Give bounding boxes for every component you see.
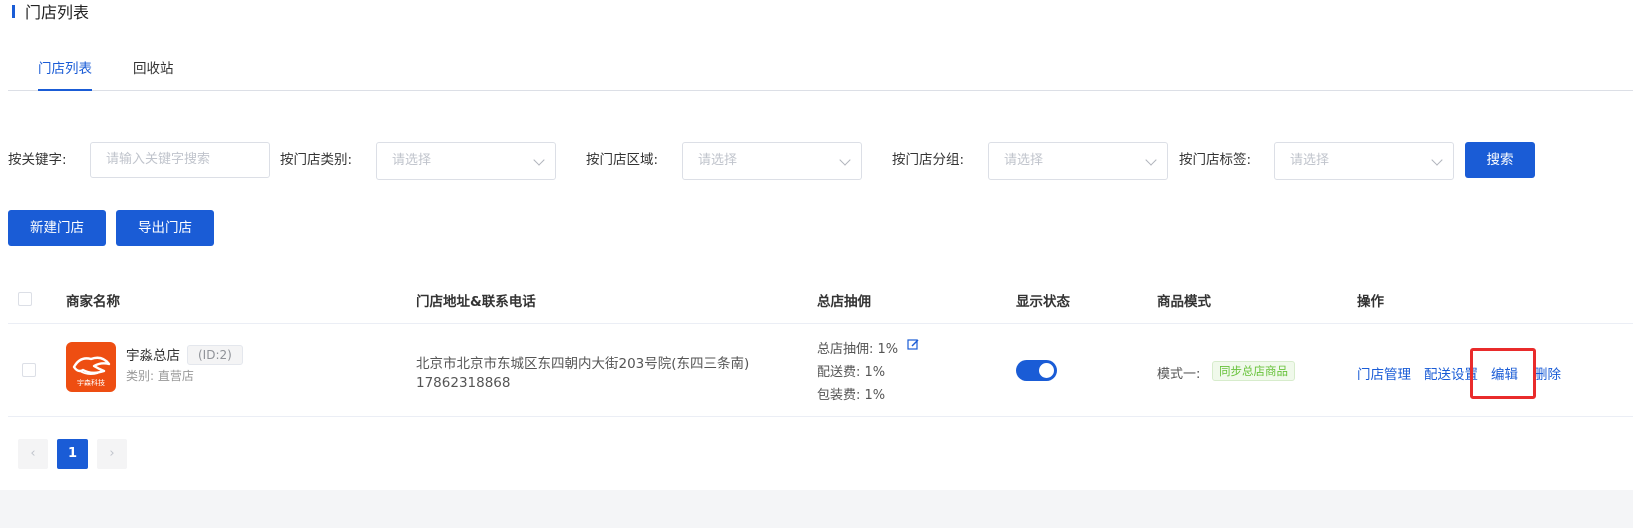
edit-icon[interactable]	[907, 338, 920, 351]
page-title-text: 门店列表	[25, 3, 90, 22]
logo-caption: 宇森科技	[77, 378, 105, 387]
main-panel: 门店列表 门店列表 回收站 按关键字: 请输入关键字搜索 按门店类别: 请选择 …	[0, 0, 1633, 490]
group-select[interactable]: 请选择	[988, 142, 1168, 180]
region-select-placeholder: 请选择	[698, 153, 738, 168]
tag-select-placeholder: 请选择	[1290, 153, 1330, 168]
row-divider	[8, 416, 1633, 417]
prev-page-button[interactable]: ‹	[18, 439, 48, 469]
header-product-mode: 商品模式	[1157, 294, 1211, 310]
chevron-down-icon	[533, 154, 545, 166]
tab-recycle-bin[interactable]: 回收站	[133, 56, 174, 91]
header-divider	[8, 323, 1633, 324]
chevron-down-icon	[1145, 154, 1157, 166]
header-merchant-name: 商家名称	[66, 294, 120, 310]
tab-store-list[interactable]: 门店列表	[38, 56, 92, 91]
display-status-toggle[interactable]	[1016, 360, 1057, 381]
chevron-down-icon	[839, 154, 851, 166]
edit-link[interactable]: 编辑	[1491, 363, 1518, 383]
product-mode: 模式一:	[1157, 367, 1201, 382]
group-label: 按门店分组:	[892, 152, 965, 168]
delivery-settings-link[interactable]: 配送设置	[1424, 363, 1478, 383]
group-select-placeholder: 请选择	[1004, 153, 1044, 168]
category-select-placeholder: 请选择	[392, 153, 432, 168]
page-number-1[interactable]: 1	[57, 439, 88, 469]
tag-label: 按门店标签:	[1179, 152, 1252, 168]
new-store-button[interactable]: 新建门店	[8, 210, 106, 246]
store-phone: 17862318868	[416, 375, 511, 391]
store-logo-mark: 宇森科技	[72, 356, 111, 387]
delete-link[interactable]: 删除	[1534, 363, 1561, 383]
toggle-knob	[1039, 363, 1054, 378]
keyword-label: 按关键字:	[8, 152, 67, 168]
store-manage-link[interactable]: 门店管理	[1357, 363, 1411, 383]
region-label: 按门店区域:	[586, 152, 659, 168]
commission-fee: 总店抽佣: 1%	[817, 342, 899, 357]
keyword-search-input[interactable]: 请输入关键字搜索	[90, 142, 270, 178]
region-select[interactable]: 请选择	[682, 142, 862, 180]
select-all-checkbox[interactable]	[18, 292, 32, 306]
category-select[interactable]: 请选择	[376, 142, 556, 180]
tab-bar: 门店列表 回收站	[8, 56, 1633, 91]
row-checkbox[interactable]	[22, 363, 36, 377]
header-address-phone: 门店地址&联系电话	[416, 294, 536, 310]
store-category: 类别: 直营店	[126, 369, 194, 383]
delivery-fee: 配送费: 1%	[817, 365, 886, 380]
export-store-button[interactable]: 导出门店	[116, 210, 214, 246]
store-logo: 宇森科技	[66, 342, 116, 392]
chevron-down-icon	[1431, 154, 1443, 166]
store-name[interactable]: 宇淼总店	[126, 344, 180, 364]
title-accent-bar	[12, 4, 15, 18]
header-commission: 总店抽佣	[817, 294, 871, 310]
page-title: 门店列表	[12, 0, 89, 22]
header-operations: 操作	[1357, 294, 1384, 310]
store-id-badge: (ID:2)	[187, 345, 243, 365]
next-page-button[interactable]: ›	[97, 439, 127, 469]
search-button[interactable]: 搜索	[1465, 142, 1535, 178]
tag-select[interactable]: 请选择	[1274, 142, 1454, 180]
packing-fee: 包装费: 1%	[817, 388, 886, 403]
mode-tag: 同步总店商品	[1212, 361, 1295, 381]
store-address: 北京市北京市东城区东四朝内大街203号院(东四三条南)	[416, 356, 750, 372]
category-label: 按门店类别:	[280, 152, 353, 168]
header-display-status: 显示状态	[1016, 294, 1070, 310]
